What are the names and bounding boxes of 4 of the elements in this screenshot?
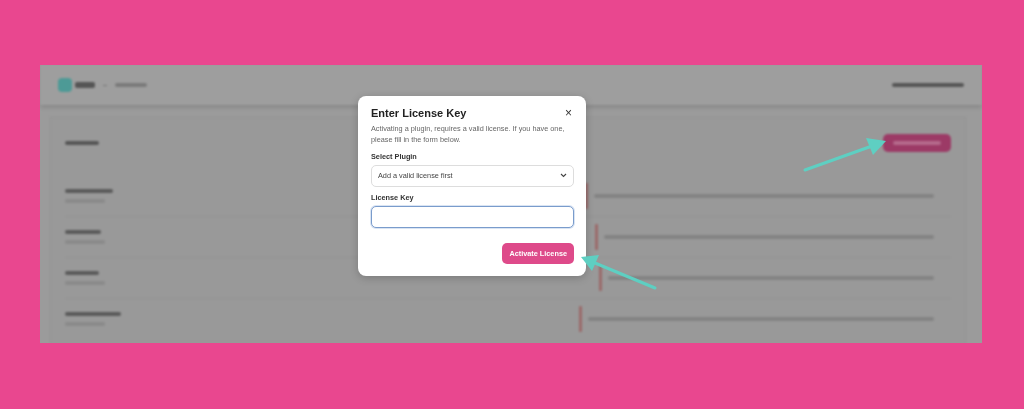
license-key-field[interactable] [371, 205, 574, 228]
close-button[interactable]: × [563, 107, 574, 119]
chevron-down-icon [560, 173, 567, 179]
dialog-title: Enter License Key [371, 107, 467, 119]
